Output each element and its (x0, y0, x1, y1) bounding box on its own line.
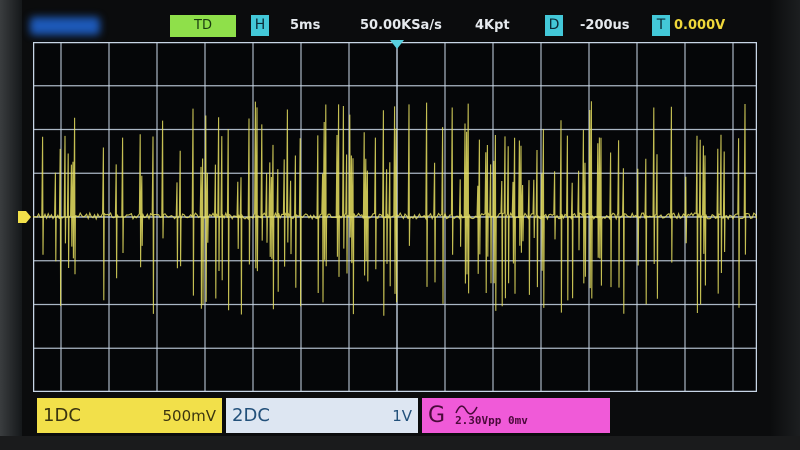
ch2-status[interactable]: 2DC 1V (226, 398, 418, 433)
bezel-right (770, 0, 800, 450)
ch1-status[interactable]: 1DC 500mV (37, 398, 222, 433)
trigger-position-marker[interactable] (388, 38, 406, 50)
delay-value: -200us (580, 18, 630, 33)
bezel-bottom (0, 436, 800, 450)
horizontal-icon: H (251, 15, 269, 36)
brand-logo (30, 17, 100, 35)
generator-amplitude: 2.30Vpp (455, 413, 502, 427)
ch2-scale: 1V (392, 406, 412, 425)
waveform-display[interactable] (33, 42, 757, 392)
ch2-label: 2DC (232, 405, 270, 426)
trigger-mode-badge: TD (170, 15, 236, 37)
trigger-icon: T (652, 15, 670, 36)
delay-icon: D (545, 15, 563, 36)
generator-label: G (428, 403, 446, 428)
sample-rate: 50.00KSa/s (360, 18, 442, 33)
generator-status[interactable]: G 2.30Vpp 0mv (422, 398, 610, 433)
ch1-ground-marker[interactable] (18, 211, 32, 223)
memory-depth: 4Kpt (475, 18, 510, 33)
ch1-label: 1DC (43, 405, 81, 426)
bezel-left (0, 0, 22, 450)
trigger-level: 0.000V (674, 18, 726, 33)
generator-offset: 0mv (508, 413, 528, 427)
ch1-scale: 500mV (162, 406, 216, 425)
timebase: 5ms (290, 18, 321, 33)
